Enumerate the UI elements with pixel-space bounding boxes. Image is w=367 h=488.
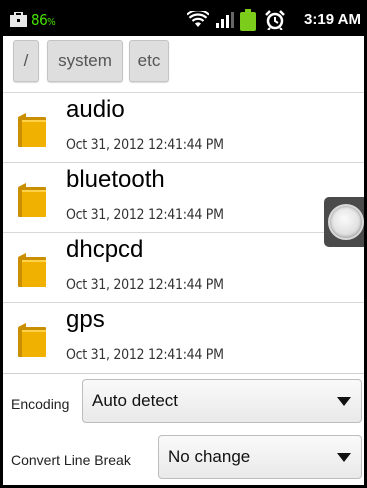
- breadcrumb-system-button[interactable]: system: [47, 40, 123, 82]
- alarm-clock-icon: [265, 3, 285, 36]
- modified-date: Oct 31, 2012 12:41:44 PM: [66, 137, 224, 153]
- modified-date: Oct 31, 2012 12:41:44 PM: [66, 207, 224, 223]
- clock-time: 3:19 AM: [304, 11, 361, 28]
- dropdown-arrow-icon: [337, 397, 351, 406]
- encoding-label: Encoding: [11, 396, 70, 412]
- line-break-label: Convert Line Break: [11, 452, 131, 468]
- wifi-icon: [187, 3, 209, 36]
- folder-icon: [18, 113, 46, 147]
- encoding-select[interactable]: Auto detect: [82, 379, 362, 423]
- home-circle-icon: [328, 204, 364, 240]
- list-item[interactable]: gps Oct 31, 2012 12:41:44 PM: [3, 302, 364, 372]
- breadcrumb: / system etc: [3, 36, 364, 92]
- list-item[interactable]: audio Oct 31, 2012 12:41:44 PM: [3, 92, 364, 162]
- folder-name: bluetooth: [66, 166, 165, 193]
- signal-icon: [216, 3, 234, 36]
- line-break-select[interactable]: No change: [158, 435, 362, 479]
- folder-name: gps: [66, 306, 105, 333]
- modified-date: Oct 31, 2012 12:41:44 PM: [66, 347, 224, 363]
- encoding-value: Auto detect: [92, 391, 179, 410]
- folder-icon: [18, 253, 46, 287]
- floating-action-button[interactable]: [324, 197, 364, 247]
- settings-panel: Encoding Auto detect Convert Line Break …: [3, 373, 364, 485]
- breadcrumb-etc-button[interactable]: etc: [129, 40, 169, 82]
- folder-name: dhcpcd: [66, 236, 144, 263]
- folder-name: audio: [66, 96, 125, 123]
- battery-percent: 86%: [31, 11, 56, 29]
- list-item[interactable]: bluetooth Oct 31, 2012 12:41:44 PM: [3, 162, 364, 232]
- android-battery-icon: [240, 3, 256, 36]
- dropdown-arrow-icon: [337, 453, 351, 462]
- line-break-value: No change: [168, 447, 251, 466]
- folder-icon: [18, 323, 46, 357]
- list-item[interactable]: dhcpcd Oct 31, 2012 12:41:44 PM: [3, 232, 364, 302]
- briefcase-icon: [10, 3, 27, 36]
- app-screen: 86% 3:19 AM / system etc audio Oct 31, 2…: [3, 3, 364, 485]
- breadcrumb-root-button[interactable]: /: [13, 40, 39, 82]
- folder-icon: [18, 183, 46, 217]
- modified-date: Oct 31, 2012 12:41:44 PM: [66, 277, 224, 293]
- status-bar: 86% 3:19 AM: [3, 3, 364, 36]
